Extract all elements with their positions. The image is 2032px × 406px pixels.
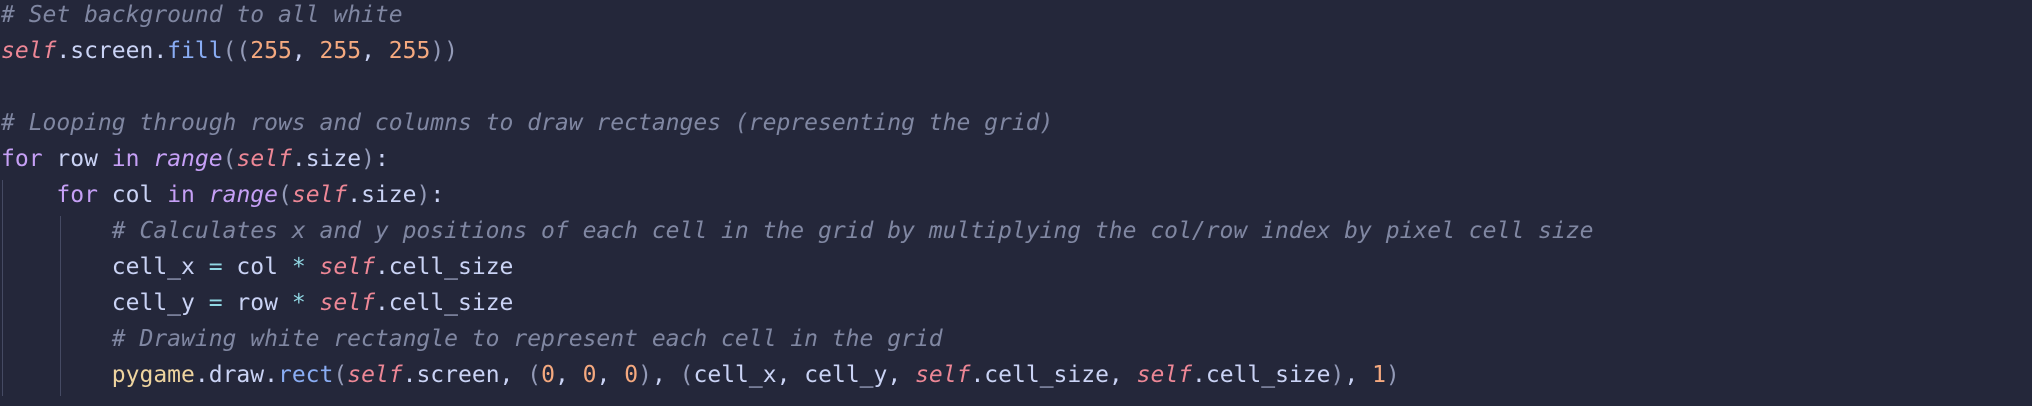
code-token-func: fill <box>167 38 223 64</box>
code-line[interactable]: for row in range(self.size): <box>1 141 389 177</box>
code-token-keyword: for <box>56 182 98 208</box>
code-token-number: 255 <box>319 38 362 64</box>
code-token-paren: (( <box>222 38 251 64</box>
code-token-plain: cell_x <box>1 254 209 280</box>
code-token-plain: , <box>291 38 320 64</box>
code-line[interactable]: cell_x = col * self.cell_size <box>1 249 514 285</box>
code-line[interactable]: cell_y = row * self.cell_size <box>1 285 514 321</box>
code-token-number: 255 <box>388 38 431 64</box>
code-token-comment: # Drawing white rectangle to represent e… <box>111 326 943 352</box>
code-token-plain: .size <box>347 182 417 208</box>
code-token-keyword: in <box>167 182 195 208</box>
code-line[interactable]: # Calculates x and y positions of each c… <box>1 213 1594 249</box>
code-token-paren: )) <box>430 38 459 64</box>
code-token-func: rect <box>277 362 334 388</box>
code-token-plain: : <box>374 146 389 172</box>
code-token-plain: row <box>222 290 292 316</box>
code-token-operator: = <box>208 290 223 316</box>
code-token-plain: .cell_size <box>374 254 514 280</box>
code-token-plain: , <box>554 362 583 388</box>
code-token-plain: row <box>42 146 112 172</box>
code-token-self: self <box>915 362 971 388</box>
code-token-plain: .cell_size, <box>970 362 1137 388</box>
code-token-self: self <box>347 362 403 388</box>
code-token-self: self <box>319 254 375 280</box>
code-token-plain: .cell_size <box>374 290 514 316</box>
code-token-builtin: range <box>153 146 223 172</box>
code-token-paren: ) <box>361 146 375 172</box>
code-token-keyword: in <box>111 146 140 172</box>
code-token-plain: .screen. <box>56 38 168 64</box>
code-token-plain: , <box>1344 362 1373 388</box>
code-line[interactable]: self.screen.fill((255, 255, 255)) <box>1 33 458 69</box>
code-token-operator: * <box>291 254 306 280</box>
code-line[interactable]: for col in range(self.size): <box>1 177 444 213</box>
code-token-number: 0 <box>541 362 555 388</box>
code-token-plain: col <box>97 182 168 208</box>
code-token-operator: = <box>208 254 223 280</box>
code-token-number: 255 <box>250 38 292 64</box>
code-token-paren: ) <box>1385 362 1400 388</box>
code-token-plain: , <box>361 38 389 64</box>
code-token-plain: .cell_size <box>1192 362 1331 388</box>
code-token-paren: ( <box>222 146 237 172</box>
code-token-paren: ( <box>679 362 694 388</box>
code-token-plain: .draw. <box>194 362 278 388</box>
code-token-plain: cell_x, cell_y, <box>693 362 916 388</box>
code-token-keyword: for <box>1 146 43 172</box>
code-token-operator: * <box>291 290 306 316</box>
code-token-paren: ) <box>1330 362 1345 388</box>
code-token-plain: .size <box>291 146 362 172</box>
code-line[interactable]: # Looping through rows and columns to dr… <box>1 105 1053 141</box>
code-token-builtin: range <box>208 182 278 208</box>
code-token-paren: ( <box>527 362 542 388</box>
code-token-plain: col <box>222 254 292 280</box>
code-token-comment: # Looping through rows and columns to dr… <box>1 110 1054 136</box>
code-token-self: self <box>1136 362 1193 388</box>
code-token-self: self <box>236 146 292 172</box>
code-line[interactable]: pygame.draw.rect(self.screen, (0, 0, 0),… <box>1 357 1400 393</box>
code-token-comment: # Set background to all white <box>1 2 403 28</box>
code-token-self: self <box>291 182 348 208</box>
code-token-plain: : <box>430 182 445 208</box>
code-token-comment: # Calculates x and y positions of each c… <box>111 218 1594 244</box>
code-token-plain: cell_y <box>1 290 209 316</box>
code-line[interactable]: # Set background to all white <box>1 0 403 33</box>
code-token-plain: , <box>651 362 680 388</box>
code-token-self: self <box>319 290 375 316</box>
code-token-module: pygame <box>111 362 195 388</box>
code-token-paren: ( <box>278 182 292 208</box>
code-token-plain: .screen, <box>402 362 528 388</box>
code-token-number: 0 <box>582 362 597 388</box>
code-token-plain: , <box>596 362 625 388</box>
code-token-self: self <box>1 38 57 64</box>
code-editor[interactable]: # Set background to all white self.screen… <box>0 0 2032 406</box>
code-token-number: 0 <box>624 362 639 388</box>
code-token-paren: ( <box>333 362 348 388</box>
code-token-paren: ) <box>416 182 431 208</box>
code-token-paren: ) <box>638 362 652 388</box>
code-line[interactable]: # Drawing white rectangle to represent e… <box>1 321 943 357</box>
code-token-number: 1 <box>1372 362 1386 388</box>
